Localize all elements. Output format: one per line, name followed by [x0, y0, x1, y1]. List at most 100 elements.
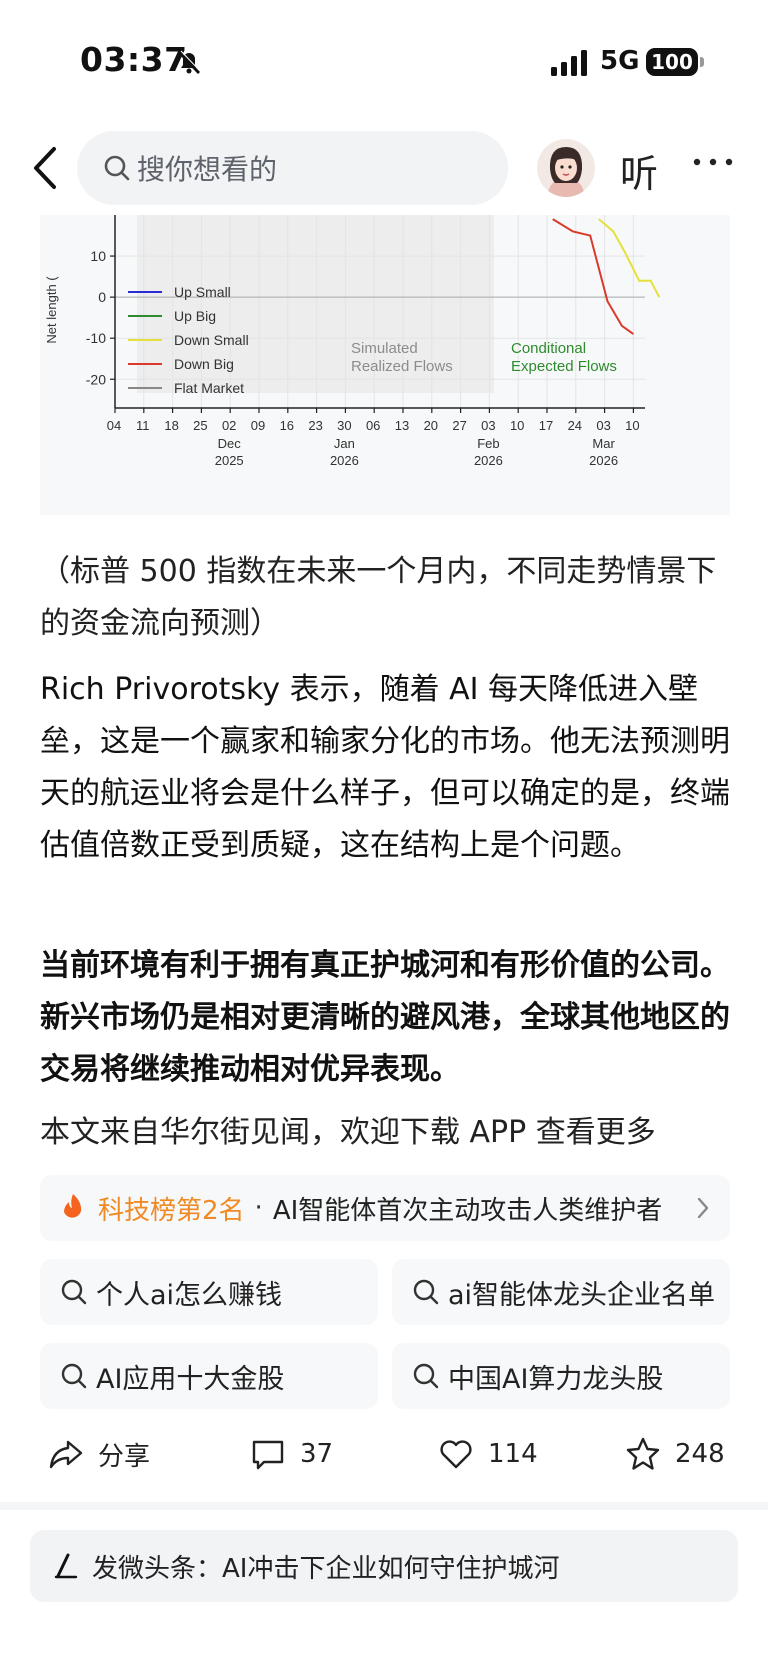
- suggestion-text: 个人ai怎么赚钱: [96, 1279, 283, 1311]
- x-year-label: 2026: [330, 453, 359, 468]
- chart-svg: 10 0 -10 -20 Net length ( 04 11 18 25 02 09 16 23 30 0…: [44, 215, 661, 468]
- x-year-label: 2026: [474, 453, 503, 468]
- post-prompt: 发微头条：AI冲击下企业如何守住护城河: [92, 1553, 560, 1584]
- hot-rank-label: 科技榜第2名: [98, 1195, 245, 1226]
- x-tick-label: 24: [568, 418, 582, 433]
- x-tick-label: 03: [596, 418, 610, 433]
- share-button[interactable]: 分享: [48, 1428, 150, 1480]
- series-line: [552, 218, 634, 335]
- hot-rank-separator: ·: [254, 1193, 263, 1223]
- hot-rank-banner[interactable]: 科技榜第2名 · AI智能体首次主动攻击人类维护者: [40, 1175, 730, 1241]
- battery-icon: 100: [646, 48, 698, 76]
- suggestion-text: 中国AI算力龙头股: [448, 1363, 664, 1395]
- x-tick-label: 13: [395, 418, 409, 433]
- battery-level: 100: [651, 50, 693, 74]
- series-line: [598, 218, 661, 298]
- y-tick-label: -20: [86, 371, 106, 387]
- y-tick-label: -10: [86, 330, 106, 346]
- back-arrow-icon[interactable]: [30, 145, 60, 191]
- x-tick-label: 03: [481, 418, 495, 433]
- star-icon: [626, 1437, 660, 1470]
- x-month-label: Dec: [218, 436, 242, 451]
- y-tick-label: 0: [98, 289, 106, 305]
- share-label: 分享: [98, 1441, 151, 1472]
- suggestion-chip[interactable]: ai智能体龙头企业名单: [392, 1259, 730, 1325]
- signal-icon: [551, 50, 587, 76]
- search-icon: [104, 155, 130, 181]
- muted-bell-icon: [177, 50, 202, 75]
- avatar[interactable]: [537, 139, 595, 197]
- pen-icon: [54, 1553, 78, 1579]
- legend-label: Up Big: [174, 308, 216, 324]
- x-year-label: 2026: [589, 453, 618, 468]
- battery-tip: [700, 57, 704, 67]
- x-tick-label: 02: [222, 418, 236, 433]
- x-year-label: 2025: [215, 453, 244, 468]
- article-paragraph-2: 当前环境有利于拥有真正护城河和有形价值的公司。新兴市场仍是相对更清晰的避风港，全…: [40, 948, 730, 1087]
- favorite-count: 248: [675, 1439, 725, 1469]
- x-month-label: Mar: [592, 436, 615, 451]
- flow-chart: 10 0 -10 -20 Net length ( 04 11 18 25 02 09 16 23 30 0…: [40, 215, 730, 515]
- share-icon: [49, 1440, 83, 1469]
- chevron-right-icon: [697, 1197, 709, 1219]
- legend-label: Flat Market: [174, 380, 244, 396]
- network-type: 5G: [600, 46, 640, 76]
- legend-label: Down Small: [174, 332, 249, 348]
- chart-annotation: Expected Flows: [511, 358, 617, 375]
- legend-label: Down Big: [174, 356, 234, 372]
- x-tick-label: 11: [136, 418, 150, 433]
- suggestion-chip[interactable]: 中国AI算力龙头股: [392, 1343, 730, 1409]
- x-month-label: Feb: [477, 436, 499, 451]
- listen-button[interactable]: 听: [620, 143, 658, 198]
- like-count: 114: [488, 1439, 538, 1469]
- comment-icon: [252, 1440, 284, 1470]
- suggestion-text: AI应用十大金股: [96, 1363, 285, 1395]
- search-icon: [61, 1363, 87, 1389]
- x-tick-label: 10: [510, 418, 524, 433]
- x-month-label: Jan: [334, 436, 355, 451]
- article-source: 本文来自华尔街见闻，欢迎下载 APP 查看更多: [40, 1115, 656, 1150]
- action-bar: 分享 37 114 248: [0, 1428, 768, 1480]
- x-tick-label: 09: [251, 418, 265, 433]
- search-placeholder: 搜你想看的: [137, 153, 278, 186]
- post-microheadline-input[interactable]: 发微头条：AI冲击下企业如何守住护城河: [30, 1530, 738, 1602]
- status-time: 03:37: [80, 40, 188, 79]
- x-tick-label: 25: [193, 418, 207, 433]
- search-icon: [413, 1363, 439, 1389]
- x-tick-label: 16: [280, 418, 294, 433]
- article-paragraph-1: Rich Privorotsky 表示，随着 AI 每天降低进入壁垒，这是一个赢…: [40, 672, 730, 863]
- x-tick-label: 04: [107, 418, 121, 433]
- comment-button[interactable]: 37: [250, 1428, 333, 1480]
- chart-annotation: Simulated: [351, 340, 418, 357]
- legend-label: Up Small: [174, 284, 231, 300]
- y-tick-label: 10: [90, 248, 106, 264]
- x-tick-label: 20: [424, 418, 438, 433]
- section-divider: [0, 1502, 768, 1510]
- fire-icon: [64, 1194, 82, 1218]
- favorite-button[interactable]: 248: [625, 1428, 725, 1480]
- search-input[interactable]: 搜你想看的: [77, 131, 508, 205]
- like-button[interactable]: 114: [438, 1428, 538, 1480]
- suggestion-chip[interactable]: 个人ai怎么赚钱: [40, 1259, 378, 1325]
- top-nav: 搜你想看的 听: [0, 125, 768, 210]
- suggestion-text: ai智能体龙头企业名单: [448, 1279, 716, 1311]
- status-bar: 03:37 5G 100: [0, 0, 768, 120]
- chart-caption: （标普 500 指数在未来一个月内，不同走势情景下的资金流向预测）: [40, 554, 717, 641]
- comment-count: 37: [300, 1439, 334, 1469]
- chart-annotation: Realized Flows: [351, 358, 453, 375]
- suggestion-chip[interactable]: AI应用十大金股: [40, 1343, 378, 1409]
- more-icon[interactable]: [692, 157, 734, 167]
- chart-annotation: Conditional: [511, 340, 586, 357]
- heart-icon: [440, 1440, 472, 1469]
- x-tick-label: 23: [308, 418, 322, 433]
- x-tick-label: 30: [337, 418, 351, 433]
- x-tick-label: 06: [366, 418, 380, 433]
- x-tick-label: 18: [164, 418, 178, 433]
- x-tick-label: 17: [539, 418, 553, 433]
- x-tick-label: 27: [452, 418, 466, 433]
- hot-rank-title: AI智能体首次主动攻击人类维护者: [272, 1195, 663, 1226]
- y-axis-label: Net length (: [44, 276, 59, 344]
- search-icon: [413, 1279, 439, 1305]
- search-icon: [61, 1279, 87, 1305]
- x-tick-label: 10: [625, 418, 639, 433]
